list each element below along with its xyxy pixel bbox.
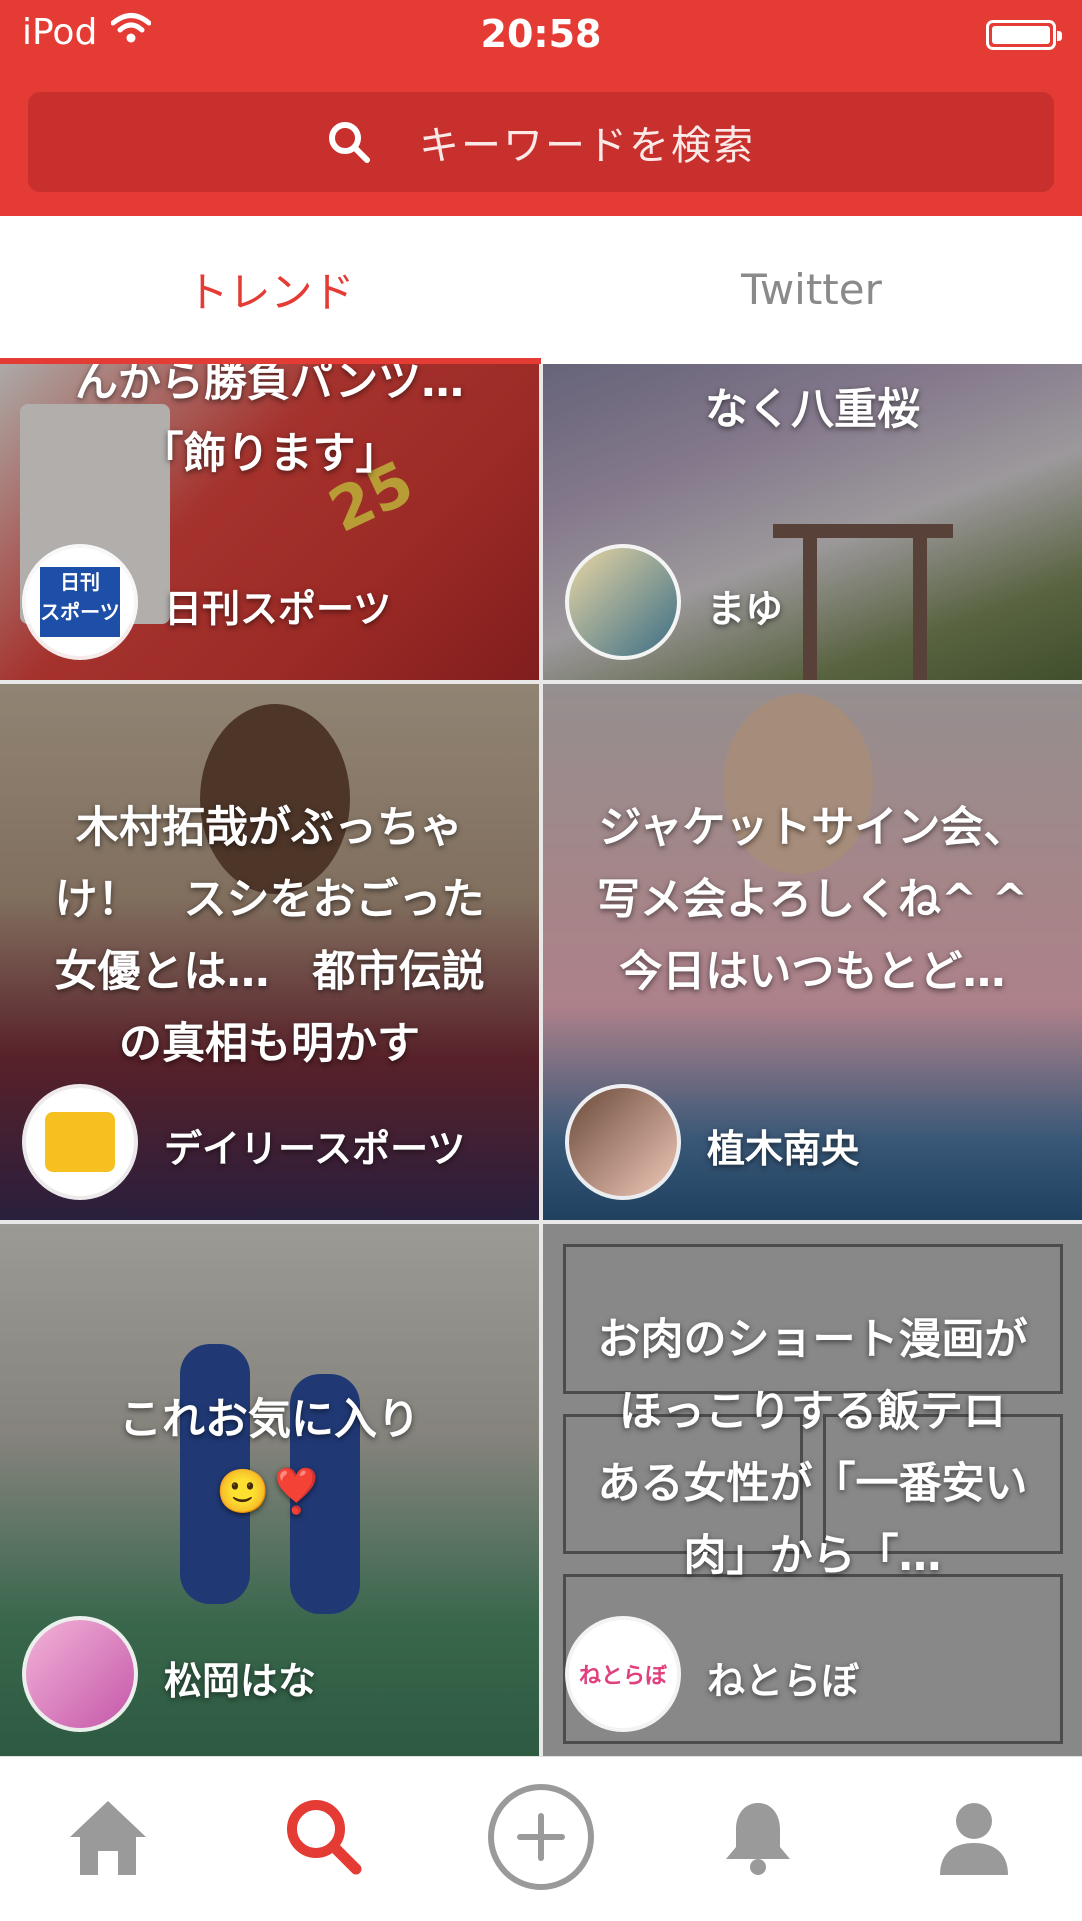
tab-bar: トレンド Twitter bbox=[0, 216, 1082, 362]
nav-profile[interactable] bbox=[866, 1757, 1082, 1921]
trend-card[interactable]: 25 んから勝負パンツ… 「飾ります」 日刊 スポーツ 日刊スポーツ bbox=[0, 364, 539, 680]
trend-grid: 25 んから勝負パンツ… 「飾ります」 日刊 スポーツ 日刊スポーツ なく八重桜… bbox=[0, 364, 1082, 1756]
card-author: 松岡はな bbox=[164, 1659, 317, 1703]
card-title: んから勝負パンツ… 「飾ります」 bbox=[74, 364, 465, 479]
bell-icon bbox=[716, 1795, 800, 1883]
card-author: 日刊スポーツ bbox=[164, 587, 392, 631]
nav-search[interactable] bbox=[216, 1757, 432, 1921]
status-bar: iPod 20:58 bbox=[0, 0, 1082, 70]
user-avatar-icon bbox=[26, 1620, 134, 1728]
nav-home[interactable] bbox=[0, 1757, 216, 1921]
card-title: これお気に入り 🙂❣️ bbox=[119, 1395, 420, 1517]
card-author: まゆ bbox=[707, 587, 784, 631]
bottom-nav bbox=[0, 1756, 1082, 1921]
user-avatar-icon bbox=[569, 548, 677, 656]
trend-card[interactable]: なく八重桜 まゆ bbox=[543, 364, 1082, 680]
card-author: デイリースポーツ bbox=[164, 1127, 466, 1171]
trend-card[interactable]: 木村拓哉がぶっちゃけ！ スシをおごった女優とは… 都市伝説の真相も明かす デイリ… bbox=[0, 684, 539, 1220]
home-icon bbox=[66, 1795, 150, 1883]
daily-sports-logo-icon bbox=[26, 1088, 134, 1196]
trend-card[interactable]: ジャケットサイン会、写メ会よろしくね^ ^ 今日はいつもとど… 植木南央 bbox=[543, 684, 1082, 1220]
search-icon bbox=[282, 1795, 366, 1883]
search-placeholder: キーワードを検索 bbox=[419, 123, 755, 169]
tab-trend[interactable]: トレンド bbox=[0, 216, 541, 362]
battery-icon bbox=[986, 20, 1062, 50]
search-bar[interactable]: キーワードを検索 bbox=[28, 92, 1054, 192]
nav-post[interactable] bbox=[433, 1757, 649, 1921]
card-title: なく八重桜 bbox=[705, 385, 920, 435]
user-icon bbox=[932, 1795, 1016, 1883]
app-header: iPod 20:58 キーワードを検索 bbox=[0, 0, 1082, 216]
plus-circle-icon bbox=[486, 1782, 596, 1896]
card-author: ねとらぼ bbox=[707, 1659, 860, 1703]
card-title: 木村拓哉がぶっちゃけ！ スシをおごった女優とは… 都市伝説の真相も明かす bbox=[54, 803, 485, 1069]
trend-card[interactable]: お肉のショート漫画がほっこりする飯テロ ある女性が「一番安い肉」から「… ねとら… bbox=[543, 1224, 1082, 1756]
search-icon bbox=[327, 120, 371, 164]
card-title: お肉のショート漫画がほっこりする飯テロ ある女性が「一番安い肉」から「… bbox=[597, 1315, 1049, 1581]
status-time: 20:58 bbox=[480, 12, 602, 56]
trend-card[interactable]: これお気に入り 🙂❣️ 松岡はな bbox=[0, 1224, 539, 1756]
tab-twitter[interactable]: Twitter bbox=[541, 216, 1082, 362]
card-author: 植木南央 bbox=[707, 1127, 860, 1171]
user-avatar-icon bbox=[569, 1088, 677, 1196]
nav-notifications[interactable] bbox=[650, 1757, 866, 1921]
card-title: ジャケットサイン会、写メ会よろしくね^ ^ 今日はいつもとど… bbox=[596, 803, 1029, 997]
netorabo-logo-icon: ねとらぼ bbox=[569, 1620, 677, 1728]
nikkan-sports-logo-icon: 日刊 スポーツ bbox=[26, 548, 134, 656]
